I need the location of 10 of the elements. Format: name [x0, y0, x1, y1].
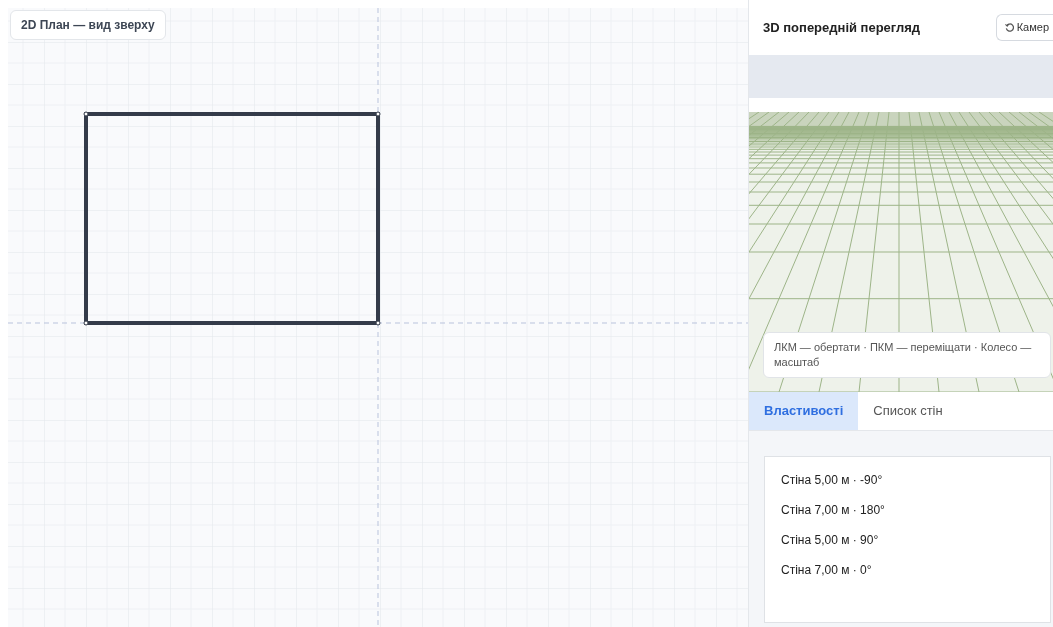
panel-title: 2D План — вид зверху — [10, 10, 166, 40]
panel-title: 3D попередній перегляд — [763, 18, 921, 37]
tab[interactable]: Властивості — [749, 392, 859, 430]
reset-icon — [1004, 23, 1014, 32]
wall-item[interactable]: Стіна 5,00 м · -90° — [765, 465, 1050, 495]
wall-item[interactable]: Стіна 7,00 м · 180° — [765, 495, 1050, 525]
wall-item[interactable]: Стіна 7,00 м · 0° — [765, 555, 1050, 585]
wall-item[interactable]: Стіна 5,00 м · 90° — [765, 525, 1050, 555]
camera-button[interactable]: Камер — [995, 14, 1053, 41]
hint-text: ЛКМ — обертати · ПКМ — переміщати · Колесо — масштаб — [763, 332, 1051, 378]
